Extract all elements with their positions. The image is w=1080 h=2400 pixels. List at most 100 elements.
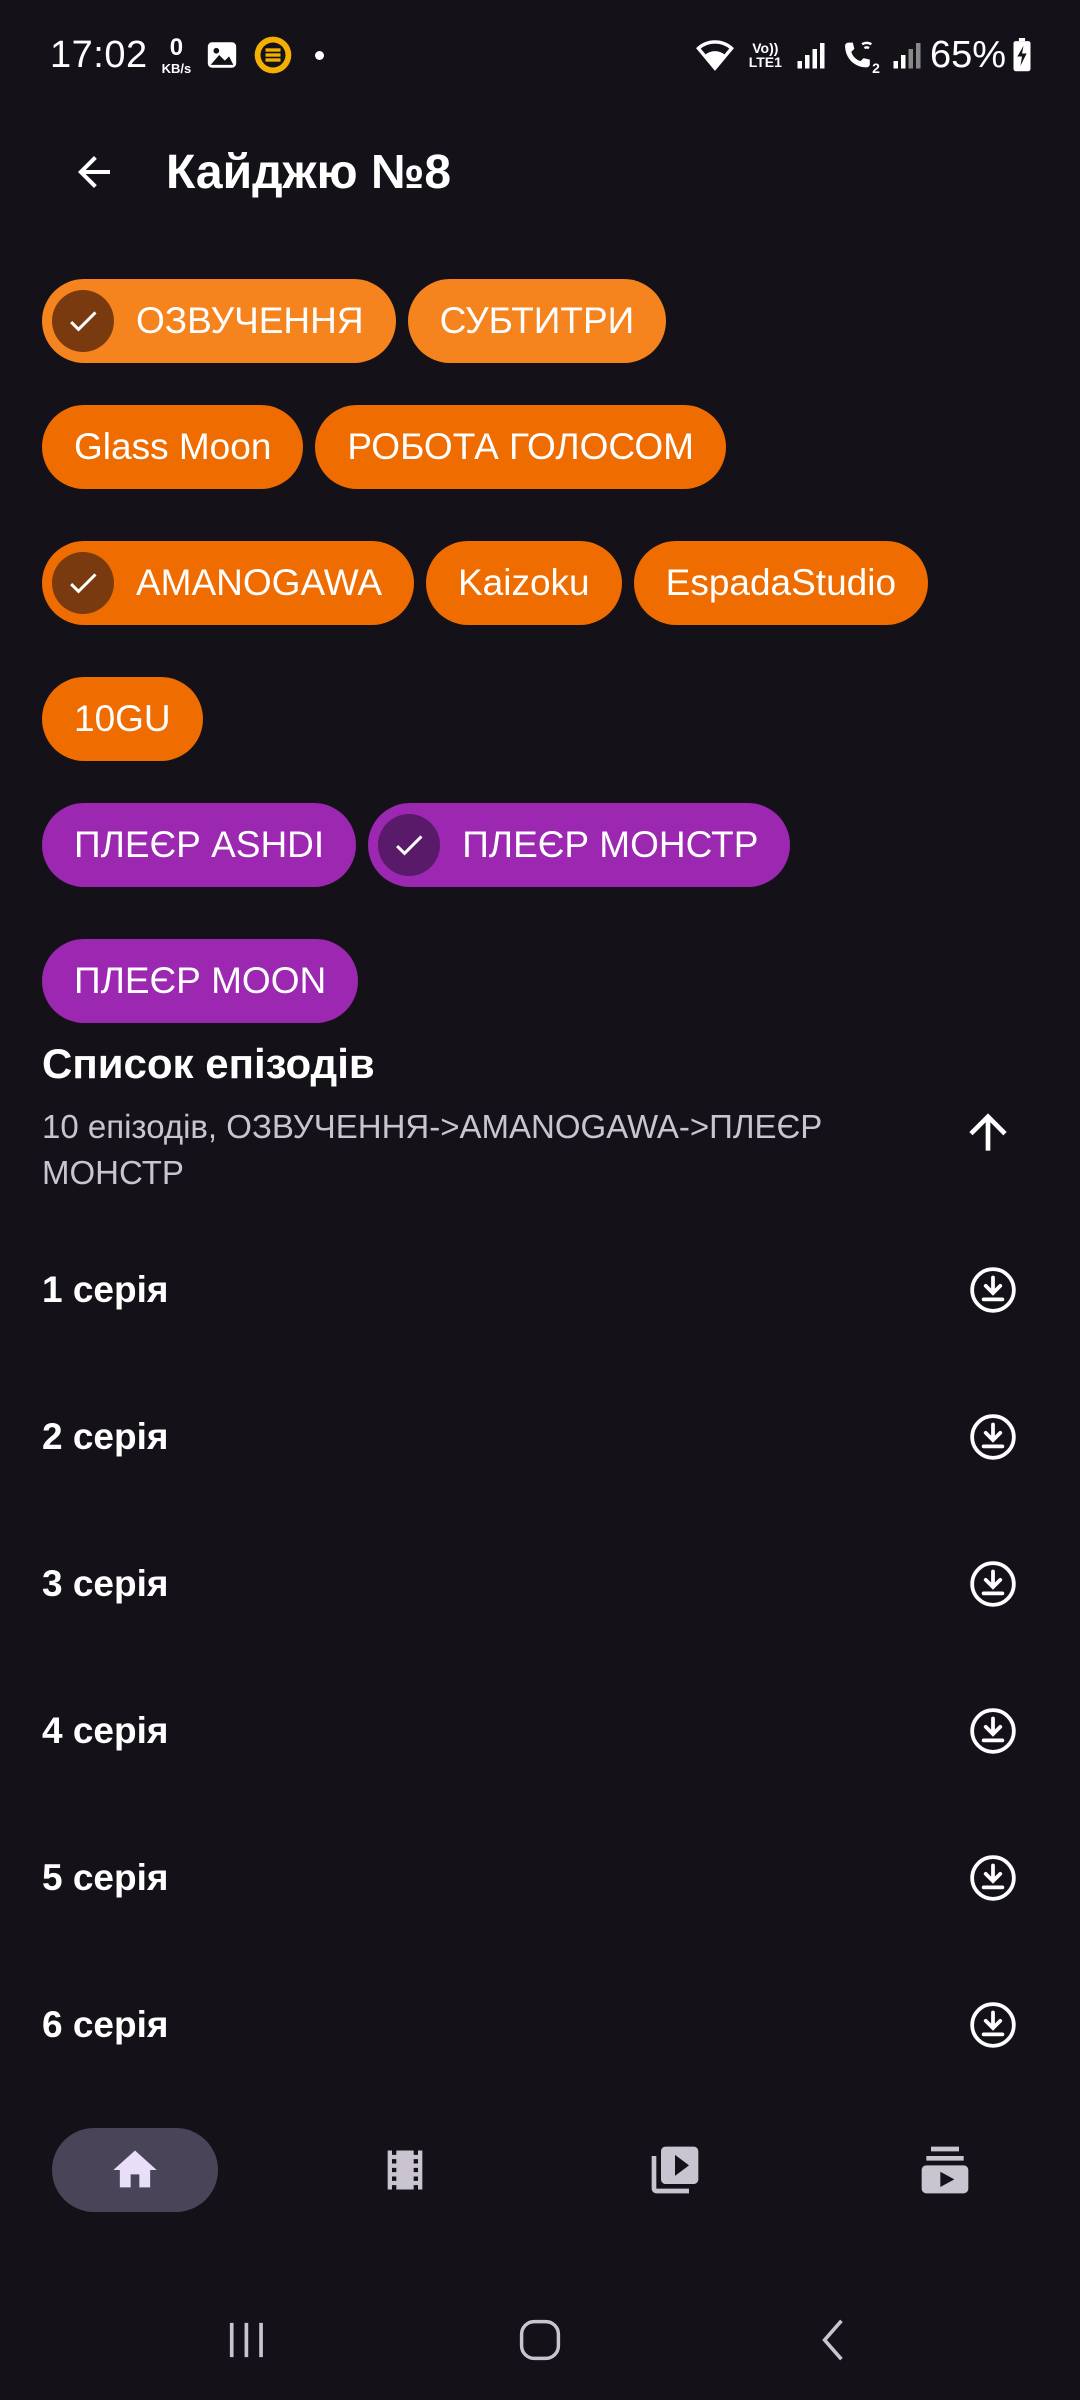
episodes-list: 1 серія 2 серія 3 серія 4 серія 5 серія …	[0, 1216, 1080, 2098]
chip-player-moon[interactable]: ПЛЕЄР MOON	[42, 939, 359, 1023]
studio-chip-row-2: AMANOGAWA Kaizoku EspadaStudio	[42, 541, 929, 625]
chip-label: СУБТИТРИ	[439, 300, 635, 341]
download-icon	[970, 1854, 1016, 1901]
chip-label: Kaizoku	[458, 562, 590, 603]
more-notifications-dot	[315, 50, 325, 60]
download-icon	[970, 1560, 1016, 1607]
chip-label: AMANOGAWA	[136, 562, 382, 603]
signal-sim1-icon	[796, 39, 826, 71]
chevron-left-icon	[822, 2319, 844, 2361]
status-time: 17:02	[50, 33, 148, 76]
top-app-bar: Кайджю №8	[0, 120, 1080, 224]
chip-label: РОБОТА ГОЛОСОМ	[347, 426, 694, 467]
chip-espadastudio[interactable]: EspadaStudio	[633, 541, 929, 625]
home-system-button[interactable]	[495, 2295, 585, 2385]
chip-dubbing[interactable]: ОЗВУЧЕННЯ	[42, 279, 396, 363]
download-icon	[970, 1707, 1016, 1754]
status-bar: 17:02 0 KB/s Vo)) LTE1 2 65%	[0, 0, 1080, 110]
chip-kaizoku[interactable]: Kaizoku	[426, 541, 622, 625]
episode-label: 3 серія	[42, 1562, 169, 1604]
chip-label: EspadaStudio	[665, 562, 897, 603]
episodes-subtitle: 10 епізодів, ОЗВУЧЕННЯ->AMANOGAWA->ПЛЕЄР…	[42, 1108, 823, 1191]
chip-player-ashdi[interactable]: ПЛЕЄР ASHDI	[42, 803, 357, 887]
download-button[interactable]	[966, 1704, 1020, 1758]
back-button[interactable]	[46, 124, 142, 220]
episode-item[interactable]: 5 серія	[0, 1804, 1080, 1951]
type-chip-row: ОЗВУЧЕННЯ СУБТИТРИ	[42, 279, 667, 363]
system-navigation	[0, 2280, 1080, 2400]
nav-subscriptions[interactable]	[862, 2128, 1028, 2212]
app-notification-icon	[253, 35, 293, 75]
nav-films[interactable]	[322, 2128, 488, 2212]
download-icon	[970, 1266, 1016, 1313]
chip-robota-golosom[interactable]: РОБОТА ГОЛОСОМ	[315, 405, 726, 489]
download-button[interactable]	[966, 1557, 1020, 1611]
scroll-to-top-button[interactable]	[948, 1092, 1028, 1172]
lte-label: LTE1	[748, 54, 782, 70]
signal-sim2-icon	[892, 39, 922, 71]
chip-glass-moon[interactable]: Glass Moon	[42, 405, 304, 489]
episodes-header: Список епізодів 10 епізодів, ОЗВУЧЕННЯ->…	[42, 1040, 1042, 1196]
download-button[interactable]	[966, 1998, 1020, 2052]
studio-chip-row-1: Glass Moon РОБОТА ГОЛОСОМ	[42, 405, 726, 489]
status-bar-left: 17:02 0 KB/s	[50, 33, 325, 77]
net-speed-unit: KB/s	[161, 60, 192, 76]
nav-video-library[interactable]	[592, 2128, 758, 2212]
player-chip-row-2: ПЛЕЄР MOON	[42, 939, 359, 1023]
wifi-icon	[695, 38, 735, 72]
chip-label: 10GU	[74, 698, 171, 739]
download-icon	[970, 2001, 1016, 2048]
check-icon	[52, 290, 114, 352]
episode-item[interactable]: 4 серія	[0, 1657, 1080, 1804]
episode-label: 5 серія	[42, 1856, 169, 1898]
bottom-navigation	[0, 2100, 1080, 2240]
volte-lte-icon: Vo)) LTE1	[749, 41, 782, 69]
episode-label: 4 серія	[42, 1709, 169, 1751]
chip-label: ПЛЕЄР MOON	[74, 960, 327, 1001]
recents-icon	[229, 2322, 263, 2358]
player-chip-row-1: ПЛЕЄР ASHDI ПЛЕЄР МОНСТР	[42, 803, 791, 887]
chip-label: ОЗВУЧЕННЯ	[136, 300, 364, 341]
net-speed: 0 KB/s	[161, 33, 192, 76]
volte-label: Vo))	[752, 40, 779, 56]
battery-charging-icon	[1012, 38, 1032, 72]
episode-item[interactable]: 6 серія	[0, 1951, 1080, 2098]
episode-label: 6 серія	[42, 2003, 169, 2045]
sim2-label: 2	[872, 60, 880, 76]
nav-home[interactable]	[52, 2128, 218, 2212]
arrow-upward-icon	[969, 1113, 1007, 1151]
wifi-call-icon: 2	[840, 38, 880, 76]
chip-10gu[interactable]: 10GU	[42, 677, 203, 761]
download-button[interactable]	[966, 1851, 1020, 1905]
net-speed-value: 0	[169, 33, 184, 61]
check-icon	[378, 814, 441, 876]
recents-button[interactable]	[202, 2295, 292, 2385]
download-button[interactable]	[966, 1410, 1020, 1464]
chip-label: ПЛЕЄР МОНСТР	[462, 824, 759, 865]
home-icon	[113, 2150, 157, 2188]
chip-player-monstr[interactable]: ПЛЕЄР МОНСТР	[368, 803, 791, 887]
chip-label: ПЛЕЄР ASHDI	[74, 824, 325, 865]
download-icon	[970, 1413, 1016, 1460]
subscriptions-icon	[921, 2146, 969, 2194]
page-title: Кайджю №8	[166, 145, 452, 199]
episode-item[interactable]: 3 серія	[0, 1510, 1080, 1657]
episode-item[interactable]: 2 серія	[0, 1363, 1080, 1510]
status-bar-right: Vo)) LTE1 2 65%	[681, 34, 1032, 77]
chip-label: Glass Moon	[74, 426, 272, 467]
gallery-notification-icon	[205, 38, 239, 72]
back-system-button[interactable]	[788, 2295, 878, 2385]
film-icon	[387, 2150, 423, 2190]
episode-label: 1 серія	[42, 1268, 169, 1310]
episode-label: 2 серія	[42, 1415, 169, 1457]
video-library-icon	[651, 2146, 699, 2194]
chip-amanogawa[interactable]: AMANOGAWA	[42, 541, 414, 625]
download-button[interactable]	[966, 1263, 1020, 1317]
studio-chip-row-3: 10GU	[42, 677, 203, 761]
episode-item[interactable]: 1 серія	[0, 1216, 1080, 1363]
episodes-title: Список епізодів	[42, 1040, 375, 1087]
arrow-back-icon	[78, 156, 110, 188]
battery-percent: 65%	[929, 33, 1006, 76]
home-circle-icon	[519, 2319, 561, 2361]
chip-subtitles[interactable]: СУБТИТРИ	[407, 279, 667, 363]
